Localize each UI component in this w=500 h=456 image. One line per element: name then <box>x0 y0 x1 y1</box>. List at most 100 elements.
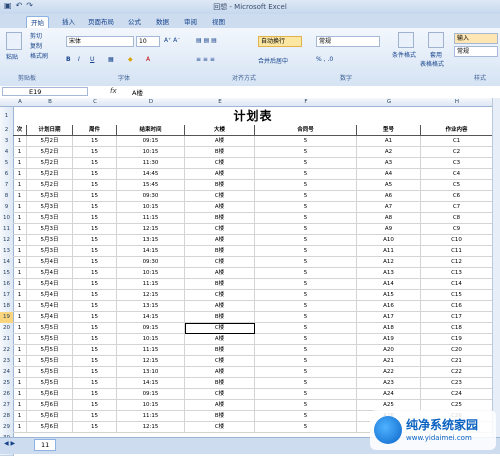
table-cell[interactable]: 15 <box>73 169 117 180</box>
table-cell[interactable]: 5 <box>255 257 357 268</box>
table-cell[interactable]: C12 <box>421 257 493 268</box>
table-cell[interactable]: 1 <box>13 367 27 378</box>
table-cell[interactable]: 15:45 <box>117 180 185 191</box>
table-cell[interactable]: A22 <box>357 367 421 378</box>
table-cell[interactable]: 5 <box>255 246 357 257</box>
table-cell[interactable]: 15 <box>73 191 117 202</box>
table-cell[interactable]: C11 <box>421 246 493 257</box>
table-cell[interactable]: 10:15 <box>117 400 185 411</box>
table-cell[interactable]: 1 <box>13 169 27 180</box>
table-cell[interactable]: 1 <box>13 180 27 191</box>
table-cell[interactable]: A3 <box>357 158 421 169</box>
table-cell[interactable]: C7 <box>421 202 493 213</box>
bold-icon[interactable]: B <box>66 56 71 63</box>
table-cell[interactable]: C楼 <box>185 158 255 169</box>
table-cell[interactable]: 5月3日 <box>27 213 73 224</box>
table-cell[interactable]: 11:15 <box>117 345 185 356</box>
table-cell[interactable]: 12:15 <box>117 356 185 367</box>
column-header[interactable]: C <box>73 98 118 107</box>
table-cell[interactable]: C21 <box>421 356 493 367</box>
table-header-cell[interactable]: 作业内容 <box>421 125 493 136</box>
table-cell[interactable]: 15 <box>73 367 117 378</box>
table-cell[interactable]: 15 <box>73 246 117 257</box>
table-cell[interactable]: C楼 <box>185 290 255 301</box>
table-cell[interactable]: 5 <box>255 224 357 235</box>
paste-icon[interactable] <box>6 32 22 50</box>
row-header[interactable]: 1 <box>0 107 14 126</box>
table-cell[interactable]: 13:15 <box>117 301 185 312</box>
wrap-text-button[interactable]: 自动换行 <box>258 36 302 47</box>
table-cell[interactable]: 15 <box>73 400 117 411</box>
table-cell[interactable]: C楼 <box>185 224 255 235</box>
table-cell[interactable]: A楼 <box>185 400 255 411</box>
table-cell[interactable]: 14:15 <box>117 246 185 257</box>
table-cell[interactable]: A6 <box>357 191 421 202</box>
table-cell[interactable]: A7 <box>357 202 421 213</box>
table-cell[interactable]: 1 <box>13 400 27 411</box>
table-cell[interactable]: A楼 <box>185 202 255 213</box>
table-cell[interactable]: C楼 <box>185 257 255 268</box>
table-cell[interactable]: C17 <box>421 312 493 323</box>
table-header-cell[interactable]: 合同号 <box>255 125 357 136</box>
table-cell[interactable]: A楼 <box>185 268 255 279</box>
table-cell[interactable]: 5月3日 <box>27 191 73 202</box>
table-cell[interactable]: 5 <box>255 279 357 290</box>
font-size-select[interactable]: 10 <box>136 36 160 47</box>
worksheet-grid[interactable]: 计划表 次计划日期 周件 结束时间 大楼 合同号 型号 作业内容 1 5月2日 15 09:15 A楼… <box>13 107 493 437</box>
table-cell[interactable]: 5 <box>255 290 357 301</box>
table-cell[interactable]: 1 <box>13 147 27 158</box>
table-cell[interactable]: 1 <box>13 323 27 334</box>
tab-review[interactable]: 审阅 <box>180 16 201 28</box>
use-label[interactable]: 套用 <box>430 50 442 59</box>
table-cell[interactable]: 5月4日 <box>27 268 73 279</box>
table-cell[interactable]: A楼 <box>185 136 255 147</box>
table-cell[interactable]: 1 <box>13 158 27 169</box>
column-header[interactable]: G <box>357 98 422 107</box>
table-cell[interactable]: A楼 <box>185 367 255 378</box>
table-cell[interactable]: C1 <box>421 136 493 147</box>
style-normal[interactable]: 常规 <box>454 46 498 57</box>
table-cell[interactable]: A8 <box>357 213 421 224</box>
table-cell[interactable]: C23 <box>421 378 493 389</box>
table-cell[interactable]: 5 <box>255 191 357 202</box>
table-cell[interactable]: 1 <box>13 279 27 290</box>
conditional-format-icon[interactable] <box>398 32 414 48</box>
table-cell[interactable]: A14 <box>357 279 421 290</box>
table-cell[interactable]: 5月4日 <box>27 290 73 301</box>
table-cell[interactable]: 5月2日 <box>27 147 73 158</box>
table-cell[interactable]: A2 <box>357 147 421 158</box>
table-cell[interactable]: 15 <box>73 422 117 433</box>
copy-button[interactable]: 复制 <box>30 41 42 50</box>
table-cell[interactable]: 15 <box>73 378 117 389</box>
table-cell[interactable]: C18 <box>421 323 493 334</box>
table-cell[interactable]: 5 <box>255 268 357 279</box>
tab-insert[interactable]: 插入 <box>58 16 79 28</box>
tab-formulas[interactable]: 公式 <box>124 16 145 28</box>
table-cell[interactable]: 5月4日 <box>27 312 73 323</box>
table-cell[interactable]: 15 <box>73 213 117 224</box>
table-cell[interactable]: 1 <box>13 213 27 224</box>
table-cell[interactable]: 11:15 <box>117 279 185 290</box>
table-cell[interactable]: C楼 <box>185 389 255 400</box>
table-cell[interactable]: 5 <box>255 356 357 367</box>
format-painter-button[interactable]: 格式刷 <box>30 51 48 60</box>
formula-input[interactable]: A楼 <box>132 87 143 97</box>
table-cell[interactable]: A11 <box>357 246 421 257</box>
table-header-cell[interactable]: 周件 <box>73 125 117 136</box>
table-cell[interactable]: 5 <box>255 301 357 312</box>
table-cell[interactable]: 5 <box>255 389 357 400</box>
table-cell[interactable]: 5月5日 <box>27 378 73 389</box>
conditional-format-button[interactable]: 条件格式 <box>392 50 416 59</box>
table-cell[interactable]: 15 <box>73 180 117 191</box>
table-cell[interactable]: 10:15 <box>117 147 185 158</box>
table-cell[interactable]: 5月3日 <box>27 235 73 246</box>
table-cell[interactable]: 15 <box>73 389 117 400</box>
table-cell[interactable]: 5 <box>255 378 357 389</box>
table-cell[interactable]: C10 <box>421 235 493 246</box>
table-cell[interactable]: A楼 <box>185 334 255 345</box>
table-cell[interactable]: 5月2日 <box>27 136 73 147</box>
vertical-scrollbar[interactable] <box>492 98 500 437</box>
table-cell[interactable]: 5 <box>255 136 357 147</box>
table-cell[interactable]: C9 <box>421 224 493 235</box>
table-cell[interactable]: 5月5日 <box>27 334 73 345</box>
